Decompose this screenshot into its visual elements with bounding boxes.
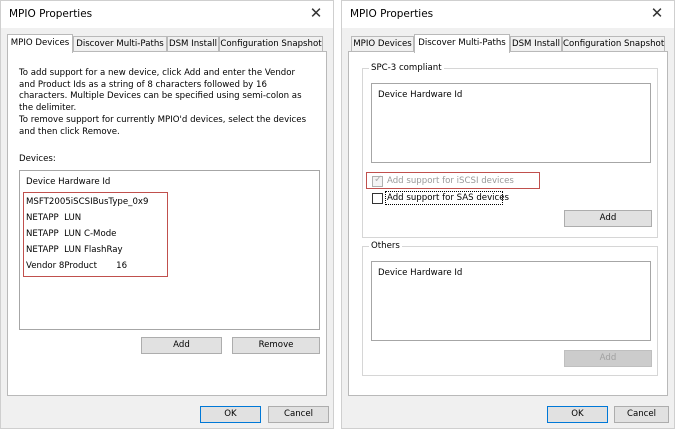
spc3-group: SPC-3 compliant Device Hardware Id ✓ Add… [362,63,658,238]
spc3-group-title: SPC-3 compliant [369,63,444,73]
mpio-properties-dialog-right: MPIO Properties ✕ MPIO Devices Discover … [341,0,675,429]
close-icon[interactable]: ✕ [307,4,325,22]
iscsi-highlight-box [366,172,540,189]
tab-dsm-install[interactable]: DSM Install [167,36,219,52]
devices-highlight-box [23,192,168,277]
list-header: Device Hardware Id [26,177,111,187]
ok-button[interactable]: OK [200,406,261,423]
tab-configuration-snapshot[interactable]: Configuration Snapshot [219,36,323,52]
tab-dsm-install[interactable]: DSM Install [510,36,562,52]
tab-page-discover-multi-paths: SPC-3 compliant Device Hardware Id ✓ Add… [348,51,668,396]
tab-mpio-devices[interactable]: MPIO Devices [351,36,414,52]
add-button[interactable]: Add [141,337,222,354]
list-header: Device Hardware Id [378,268,463,278]
title-bar[interactable]: MPIO Properties ✕ [342,1,674,28]
remove-instructions: To remove support for currently MPIO'd d… [19,115,307,137]
spc3-add-button[interactable]: Add [564,210,652,227]
others-device-list[interactable]: Device Hardware Id [371,261,651,341]
window-title: MPIO Properties [9,8,93,20]
cancel-button[interactable]: Cancel [268,406,329,423]
devices-label: Devices: [19,154,56,164]
tab-page-mpio-devices: To add support for a new device, click A… [7,51,327,396]
others-group: Others Device Hardware Id Add [362,241,658,376]
spc3-device-list[interactable]: Device Hardware Id [371,83,651,163]
sas-checkbox[interactable] [372,193,383,204]
remove-button[interactable]: Remove [232,337,320,354]
mpio-properties-dialog-left: MPIO Properties ✕ MPIO Devices Discover … [0,0,334,429]
tab-configuration-snapshot[interactable]: Configuration Snapshot [562,36,665,52]
close-icon[interactable]: ✕ [648,4,666,22]
devices-list[interactable]: Device Hardware Id MSFT2005iSCSIBusType_… [19,170,320,330]
list-header: Device Hardware Id [378,90,463,100]
others-group-title: Others [369,241,402,251]
tab-discover-multi-paths[interactable]: Discover Multi-Paths [73,36,167,52]
others-add-button[interactable]: Add [564,350,652,367]
window-title: MPIO Properties [350,8,434,20]
title-bar[interactable]: MPIO Properties ✕ [1,1,333,28]
tab-discover-multi-paths[interactable]: Discover Multi-Paths [414,34,510,53]
ok-button[interactable]: OK [547,406,608,423]
sas-focus-rect [385,191,503,205]
add-instructions: To add support for a new device, click A… [19,68,302,113]
cancel-button[interactable]: Cancel [614,406,669,423]
tab-mpio-devices[interactable]: MPIO Devices [7,34,73,53]
